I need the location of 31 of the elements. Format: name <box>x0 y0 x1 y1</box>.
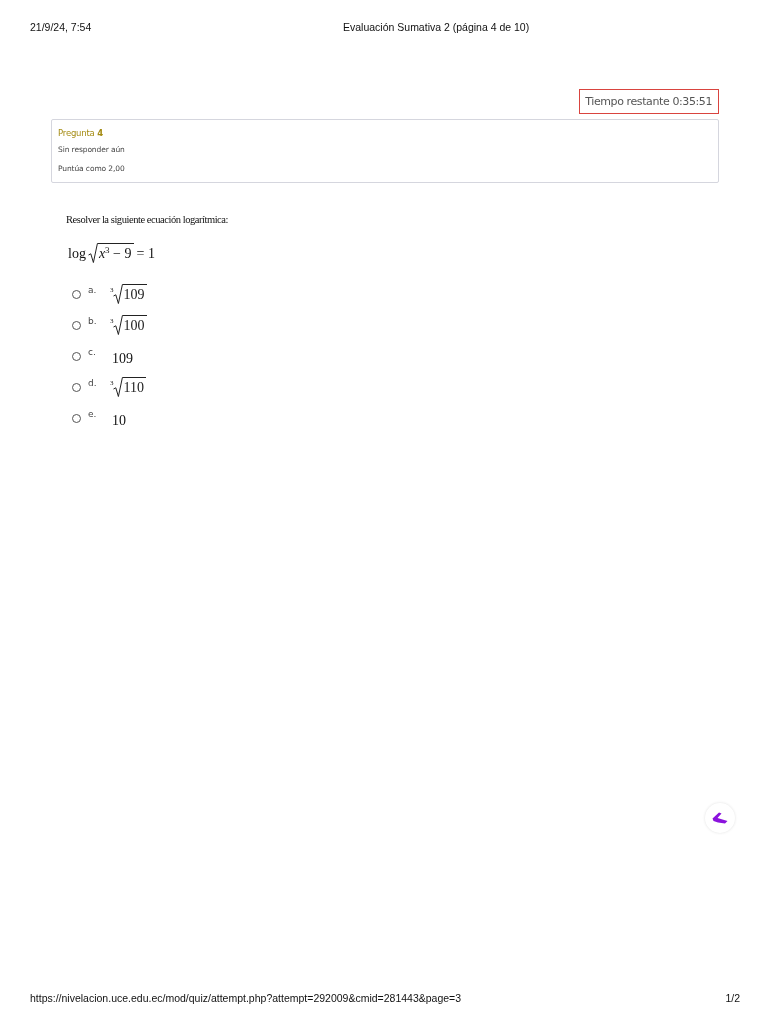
radio-button[interactable] <box>72 289 81 299</box>
radical-sign-icon <box>112 315 123 335</box>
radical-sign-icon <box>112 284 123 304</box>
radicand: x$^{3}$ − 9 <box>97 243 134 263</box>
question-prompt: Resolver la siguiente ecuación logarítmica: <box>66 213 228 227</box>
option-letter: e. <box>88 408 98 421</box>
floating-button[interactable] <box>705 803 735 833</box>
page-count: 1/2 <box>725 991 740 1005</box>
option-letter: b. <box>88 315 98 328</box>
radio-button[interactable] <box>72 320 81 330</box>
page-title: Evaluación Sumativa 2 (página 4 de 10) <box>343 20 531 34</box>
radio-button[interactable] <box>72 351 81 361</box>
option-letter: a. <box>88 284 98 297</box>
print-date: 21/9/24, 7:54 <box>30 20 93 34</box>
radio-button[interactable] <box>72 413 81 423</box>
log-function: log <box>68 245 86 263</box>
question-number: Pregunta 4 <box>58 127 104 140</box>
radical-sign-icon <box>87 243 98 263</box>
option-value: 109 <box>112 350 133 368</box>
option-value: 10 <box>112 412 126 430</box>
time-remaining: Tiempo restante 0:35:51 <box>579 89 719 114</box>
radicand: 110 <box>122 377 146 397</box>
radicand: 100 <box>122 315 147 335</box>
equation-result: = 1 <box>136 245 155 263</box>
option-letter: d. <box>88 377 98 390</box>
page-url: https://nivelacion.uce.edu.ec/mod/quiz/attempt.php?attempt=292009&cmid=281443&page=3 <box>30 991 462 1005</box>
radio-button[interactable] <box>72 382 81 392</box>
radical-sign-icon <box>112 377 123 397</box>
radicand: 109 <box>122 284 147 304</box>
option-letter: c. <box>88 346 97 359</box>
swoosh-icon <box>712 812 728 824</box>
